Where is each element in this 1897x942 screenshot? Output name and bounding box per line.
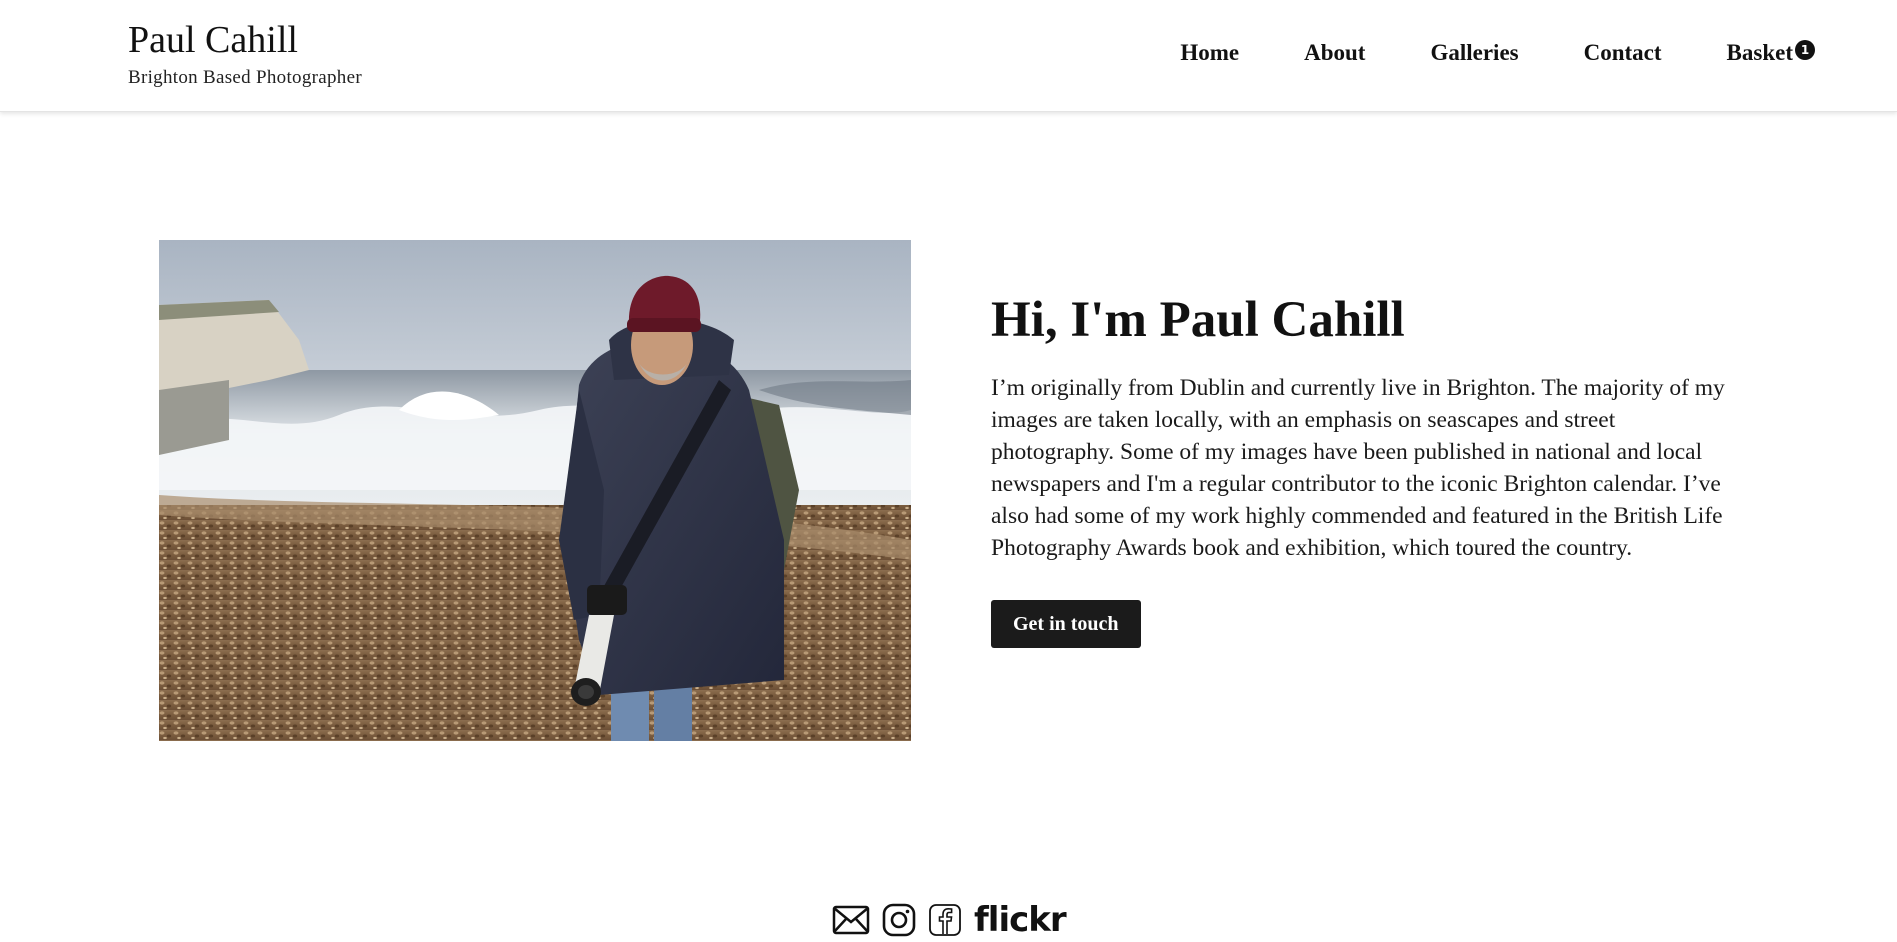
site-title[interactable]: Paul Cahill <box>128 18 362 62</box>
social-links: flickr <box>832 900 1067 940</box>
instagram-icon <box>882 903 916 937</box>
nav-item-galleries[interactable]: Galleries <box>1430 38 1518 68</box>
envelope-icon <box>832 905 870 935</box>
nav-item-home[interactable]: Home <box>1180 38 1239 68</box>
portrait-photo <box>159 240 911 741</box>
get-in-touch-button[interactable]: Get in touch <box>991 600 1141 648</box>
nav-item-about[interactable]: About <box>1304 38 1365 68</box>
nav-item-contact[interactable]: Contact <box>1584 38 1662 68</box>
main-nav: Home About Galleries Contact Basket 1 <box>1115 38 1815 68</box>
flickr-logo: flickr <box>974 900 1067 940</box>
site-tagline: Brighton Based Photographer <box>128 67 362 88</box>
brand[interactable]: Paul Cahill Brighton Based Photographer <box>128 18 362 90</box>
intro-paragraph: I’m originally from Dublin and currently… <box>991 375 1725 561</box>
email-link[interactable] <box>832 905 870 935</box>
instagram-link[interactable] <box>882 903 916 937</box>
nav-item-basket-label: Basket <box>1726 40 1793 65</box>
flickr-link[interactable]: flickr <box>974 900 1067 940</box>
intro-section: Hi, I'm Paul Cahill I’m originally from … <box>991 290 1751 648</box>
site-header: Paul Cahill Brighton Based Photographer … <box>0 0 1897 112</box>
nav-item-basket[interactable]: Basket 1 <box>1726 38 1815 68</box>
basket-count-badge: 1 <box>1795 40 1815 60</box>
intro-heading: Hi, I'm Paul Cahill <box>991 292 1405 348</box>
facebook-icon <box>929 904 961 936</box>
facebook-link[interactable] <box>928 903 962 937</box>
